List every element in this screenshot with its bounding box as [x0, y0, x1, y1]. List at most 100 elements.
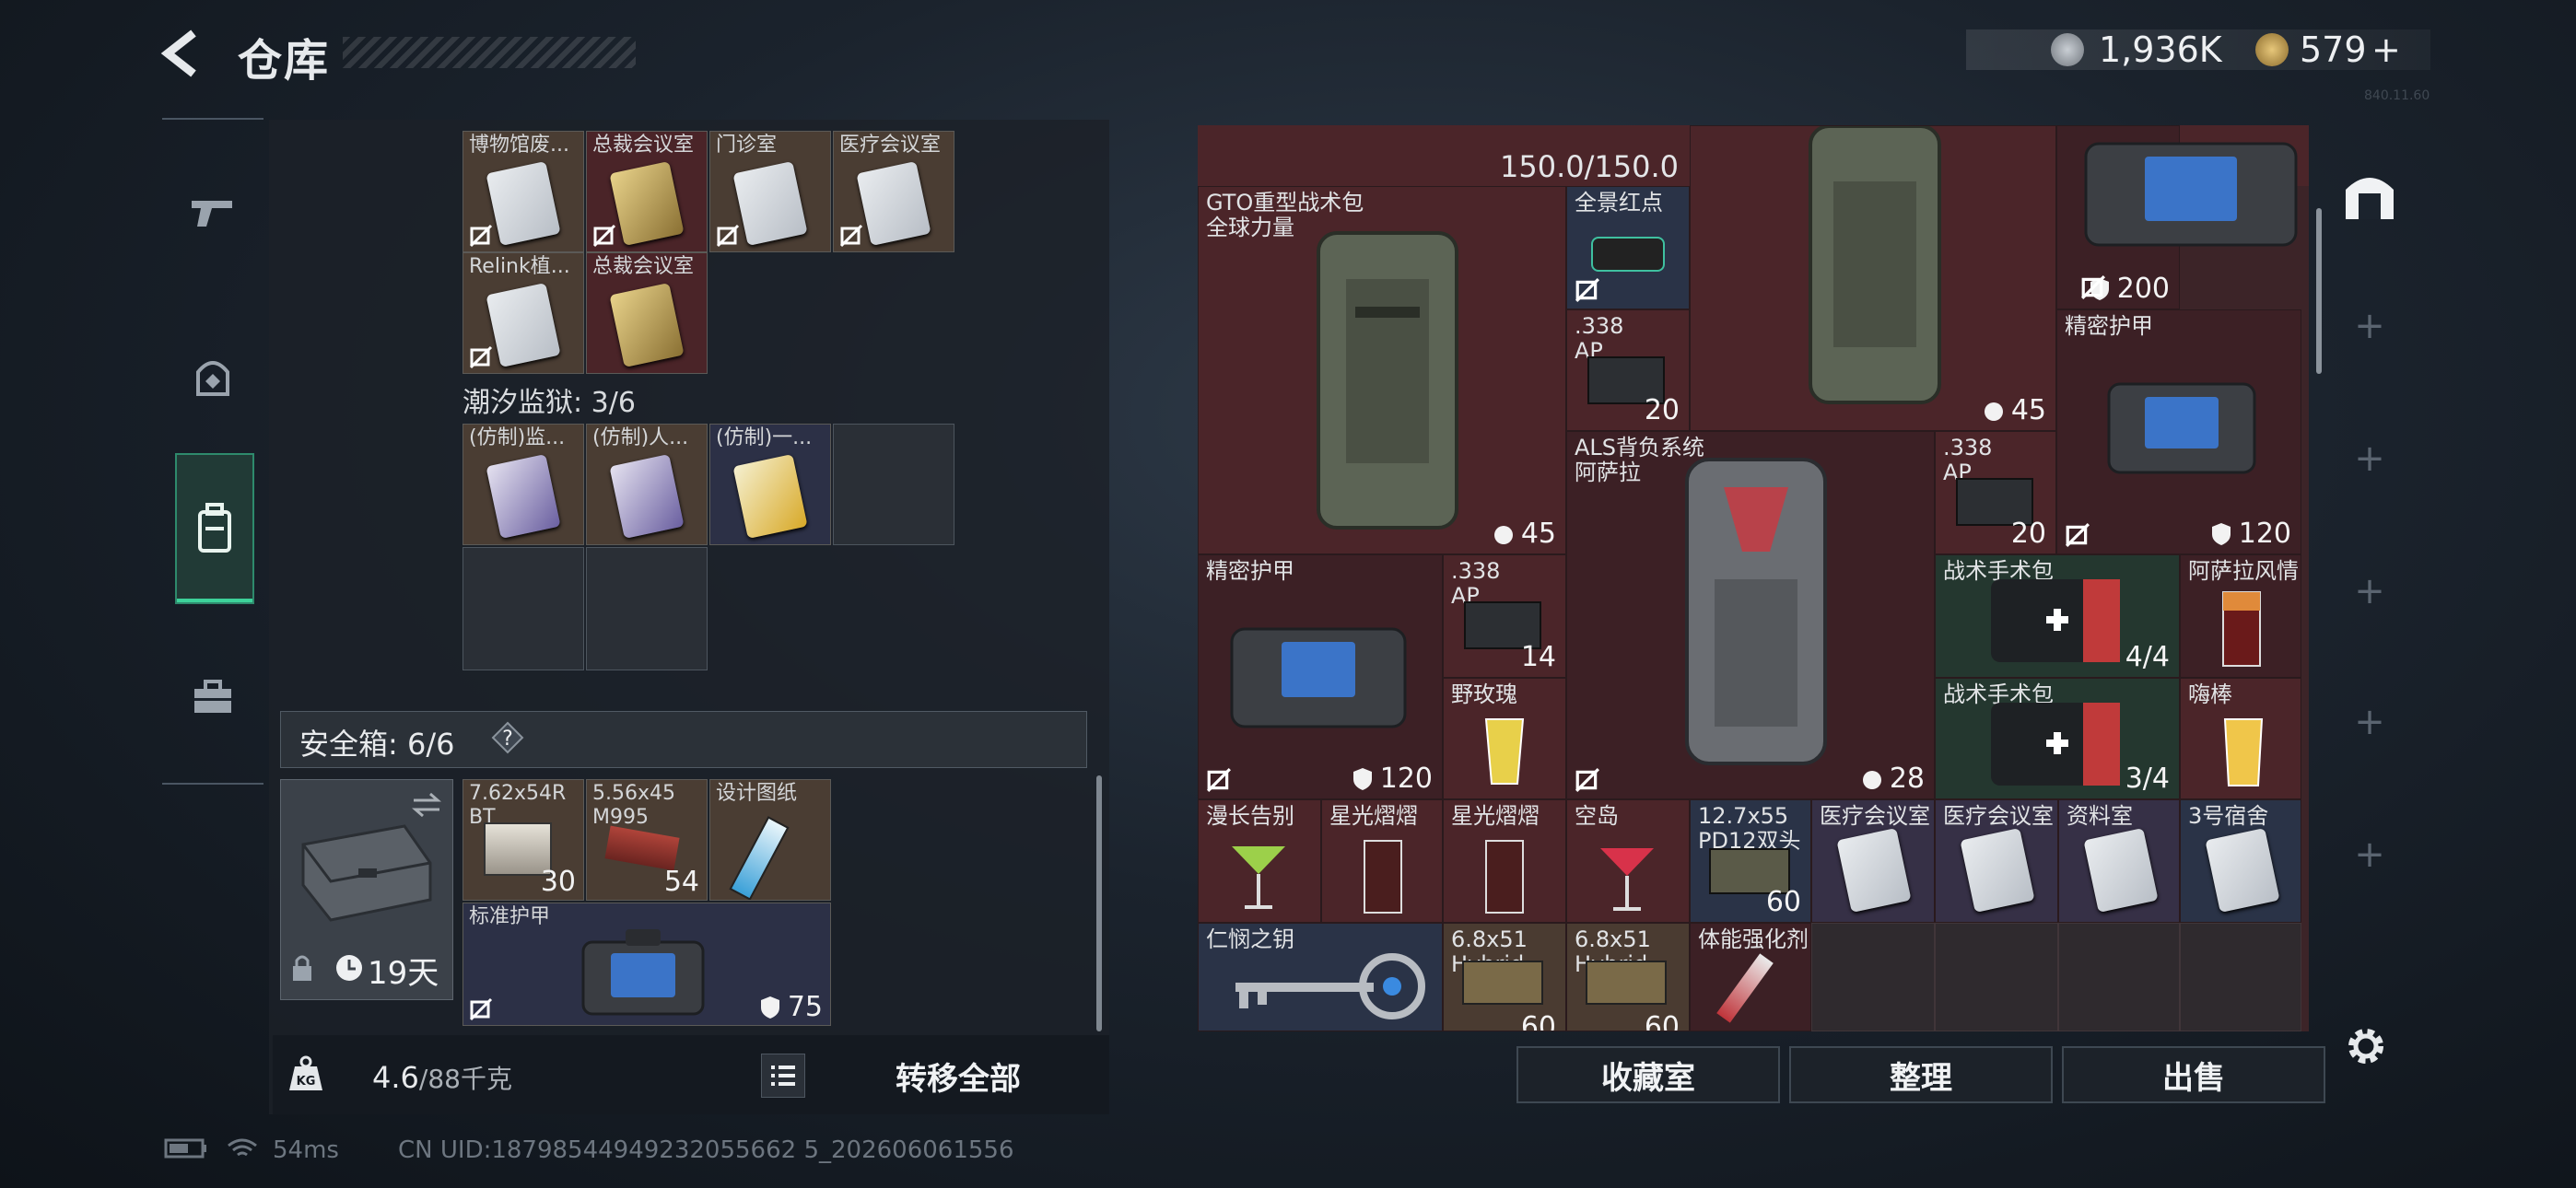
blueprint-icon	[729, 816, 790, 900]
item-als-carrier[interactable]: ALS背负系统 阿萨拉 28	[1566, 431, 1935, 799]
item-surgical-kit-1[interactable]: 战术手术包 4/4	[1935, 554, 2180, 678]
keycard-icon	[1960, 828, 2035, 913]
add-container-icon[interactable]: +	[2353, 704, 2386, 740]
swap-icon[interactable]	[410, 791, 443, 819]
empty-slot[interactable]	[1811, 923, 1935, 1031]
add-container-icon[interactable]: +	[2353, 836, 2386, 873]
keycard-clinic[interactable]: 门诊室	[709, 131, 831, 252]
keycard-icon	[732, 454, 808, 539]
item-sky-island[interactable]: 空岛	[1566, 799, 1690, 923]
item-surgical-kit-2[interactable]: 战术手术包 3/4	[1935, 678, 2180, 799]
sort-button[interactable]: 整理	[1789, 1046, 2053, 1103]
safe-case-icon	[301, 824, 432, 922]
item-starlight-2[interactable]: 星光熠熠	[1443, 799, 1566, 923]
ammo-box-icon	[1586, 961, 1667, 1005]
replica-card-1[interactable]: (仿制)监...	[463, 424, 584, 545]
item-338-ap-1[interactable]: .338 AP 20	[1566, 309, 1690, 431]
currency-b-value: 579	[2300, 29, 2367, 70]
item-stim[interactable]: 体能强化剂	[1690, 923, 1811, 1031]
empty-slot[interactable]	[1935, 923, 2058, 1031]
add-container-icon[interactable]: +	[2353, 440, 2386, 477]
ammo-556x45[interactable]: 5.56x45 M995 54	[586, 779, 708, 901]
battery-icon	[164, 1138, 206, 1159]
collection-room-button[interactable]: 收藏室	[1516, 1046, 1780, 1103]
no-insurance-icon	[2066, 523, 2090, 547]
wifi-icon	[228, 1138, 257, 1157]
item-precision-armor-2[interactable]: 精密护甲 120	[1198, 554, 1443, 799]
tab-backpack[interactable]	[175, 453, 254, 604]
help-icon[interactable]: ?	[491, 721, 524, 754]
item-long-farewell[interactable]: 漫长告别	[1198, 799, 1321, 923]
keycard-ceo-room[interactable]: 总裁会议室	[586, 131, 708, 252]
safe-box-case[interactable]: 19天	[280, 779, 453, 1000]
list-icon	[771, 1066, 795, 1086]
stash-scrollbar[interactable]	[1096, 775, 1102, 1031]
back-icon[interactable]	[157, 26, 212, 81]
item-dorm3-card[interactable]: 3号宿舍	[2180, 799, 2301, 923]
empty-slot[interactable]	[2180, 923, 2301, 1031]
weight-limit-icon	[1493, 525, 1513, 544]
backpack-scrollbar[interactable]	[2316, 208, 2322, 374]
lock-icon	[293, 955, 311, 981]
no-insurance-icon	[592, 224, 616, 248]
stash-icon[interactable]	[2340, 166, 2399, 225]
item-68x51-hybrid-1[interactable]: 6.8x51 Hybrid 60	[1443, 923, 1566, 1031]
item-panoramic-red-dot[interactable]: 全景红点	[1566, 186, 1690, 309]
sell-button[interactable]: 出售	[2062, 1046, 2325, 1103]
no-insurance-icon	[839, 224, 863, 248]
transfer-all-button[interactable]: 转移全部	[896, 1054, 1021, 1099]
backpack-icon	[1809, 126, 1941, 404]
item-starlight-1[interactable]: 星光熠熠	[1321, 799, 1443, 923]
add-container-icon[interactable]: +	[2353, 308, 2386, 344]
item-338-ap-2[interactable]: .338 AP 20	[1935, 431, 2056, 554]
currency-add-button[interactable]: +	[2371, 29, 2401, 70]
tab-equipment[interactable]	[175, 304, 251, 451]
item-vest-top[interactable]: 45	[1690, 125, 2056, 431]
item-wild-rose[interactable]: 野玫瑰	[1443, 678, 1566, 799]
safe-box-header: 安全箱: 6/6 ?	[280, 711, 1087, 768]
ammo-762x54r[interactable]: 7.62x54R BT 30	[463, 779, 584, 901]
keycard-relink[interactable]: Relink植...	[463, 252, 584, 374]
item-hibang[interactable]: 嗨棒	[2180, 678, 2301, 799]
tab-weapons[interactable]	[175, 138, 251, 285]
keycard-icon	[486, 161, 561, 246]
briefcase-icon	[194, 680, 231, 713]
ping-readout: 54ms	[273, 1136, 339, 1164]
keycard-icon	[609, 454, 685, 539]
backpack-icon	[198, 503, 231, 553]
empty-slot[interactable]	[833, 424, 954, 545]
list-view-button[interactable]	[761, 1054, 805, 1098]
replica-card-2[interactable]: (仿制)人...	[586, 424, 708, 545]
empty-slot[interactable]	[463, 547, 584, 670]
add-container-icon[interactable]: +	[2353, 573, 2386, 610]
item-medical-room-card-1[interactable]: 医疗会议室	[1811, 799, 1935, 923]
no-insurance-icon	[1575, 768, 1599, 792]
item-medical-room-card-2[interactable]: 医疗会议室	[1935, 799, 2058, 923]
empty-slot[interactable]	[586, 547, 708, 670]
item-precision-armor-1[interactable]: 精密护甲 120	[2056, 309, 2301, 554]
clock-icon	[336, 955, 362, 981]
gear-icon[interactable]	[2344, 1024, 2388, 1068]
item-gto-bag[interactable]: GTO重型战术包 全球力量 45	[1198, 186, 1566, 554]
blueprint-item[interactable]: 设计图纸	[709, 779, 831, 901]
keycard-icon	[1836, 828, 1912, 913]
tab-toolbox[interactable]	[175, 624, 251, 772]
item-127x55-pd12[interactable]: 12.7x55 PD12双头 60	[1690, 799, 1811, 923]
item-68x51-hybrid-2[interactable]: 6.8x51 Hybrid 60	[1566, 923, 1690, 1031]
helmet-icon	[196, 361, 229, 396]
keycard-medical-room[interactable]: 医疗会议室	[833, 131, 954, 252]
user-id: CN UID:18798544949232055662 5_2026060615…	[398, 1136, 1014, 1164]
item-asala-drink[interactable]: 阿萨拉风情	[2180, 554, 2301, 678]
replica-card-3[interactable]: (仿制)一...	[709, 424, 831, 545]
svg-text:?: ?	[502, 728, 513, 751]
svg-text:KG: KG	[297, 1075, 316, 1089]
item-archive-card[interactable]: 资料室	[2058, 799, 2180, 923]
empty-slot[interactable]	[2058, 923, 2180, 1031]
armor-standard[interactable]: 标准护甲 75	[463, 903, 831, 1026]
item-338-ap-3[interactable]: .338 AP 14	[1443, 554, 1566, 678]
keycard-ceo-room-2[interactable]: 总裁会议室	[586, 252, 708, 374]
item-key-mercy[interactable]: 仁悯之钥	[1198, 923, 1443, 1031]
keycard-icon	[2083, 828, 2159, 913]
keycard-icon	[856, 161, 931, 246]
keycard-museum[interactable]: 博物馆废...	[463, 131, 584, 252]
